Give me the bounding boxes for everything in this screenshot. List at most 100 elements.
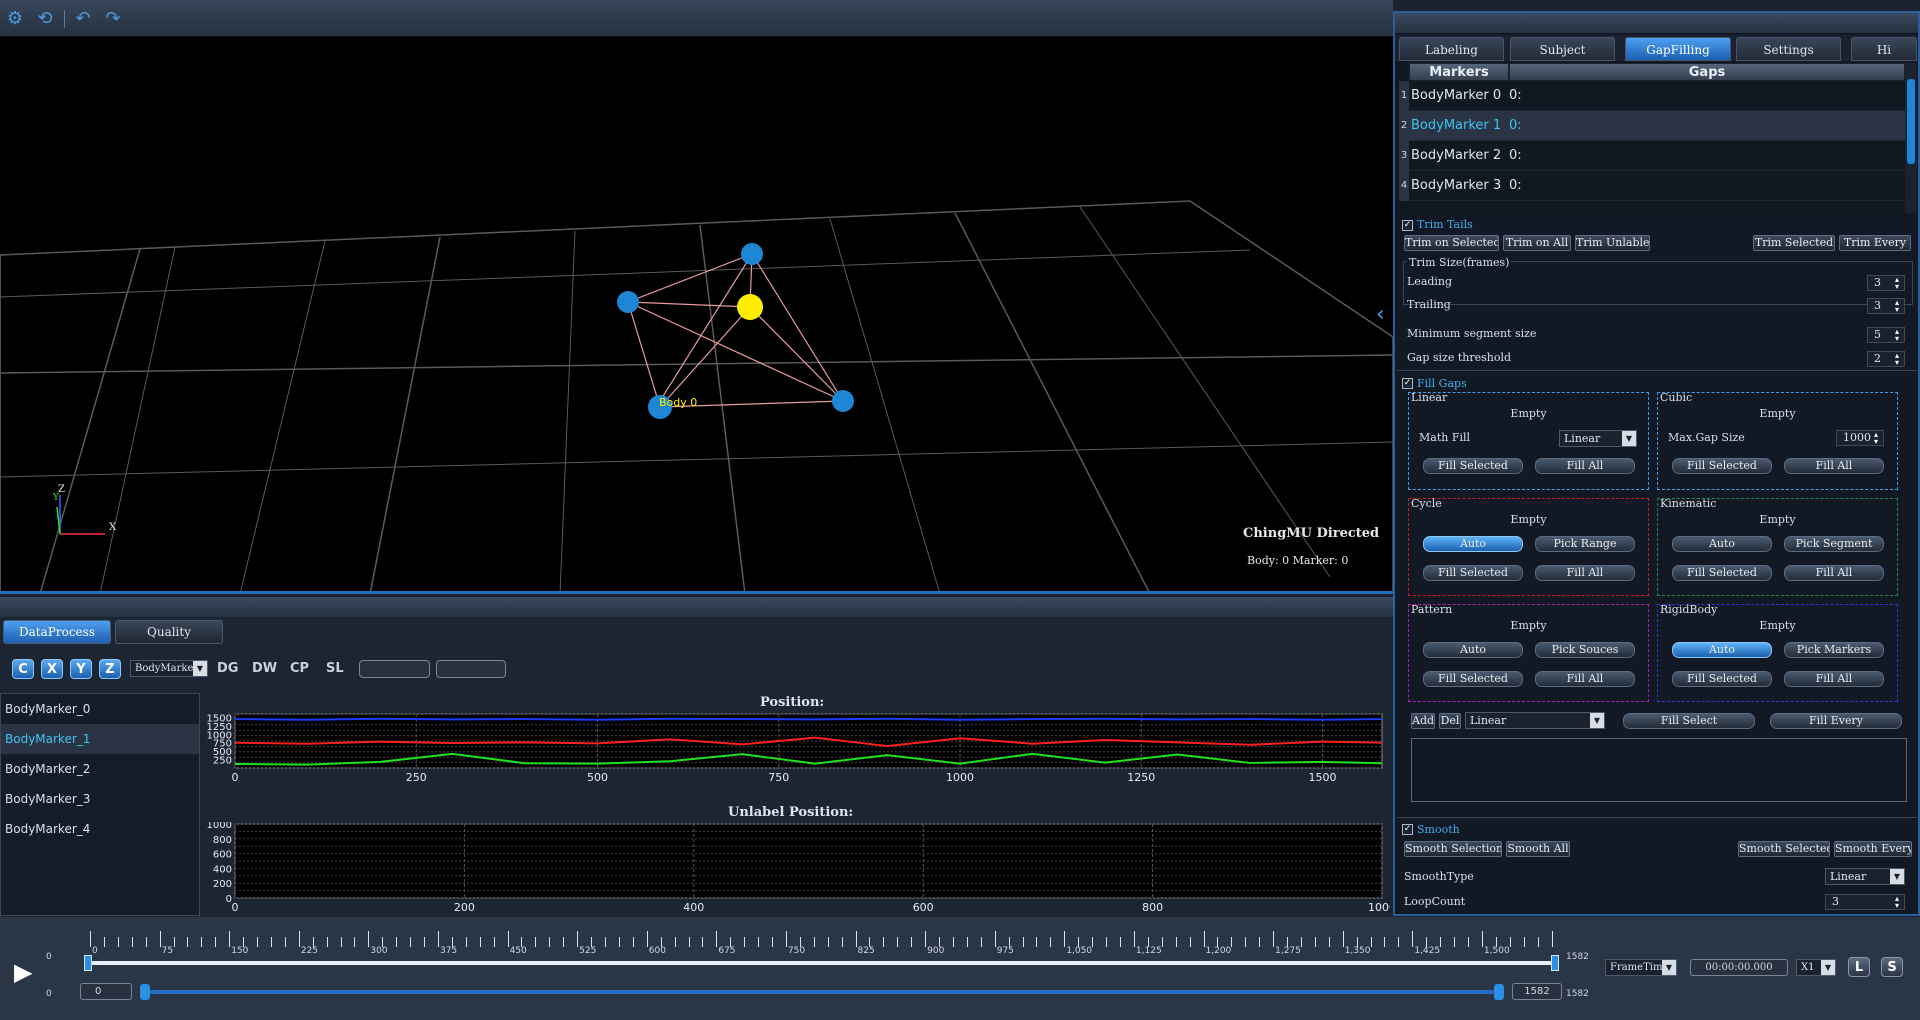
- scrollbar-thumb[interactable]: [1907, 79, 1915, 164]
- undo-icon[interactable]: ↶: [72, 8, 94, 30]
- s-button[interactable]: S: [1881, 957, 1903, 977]
- smooth-selection-button[interactable]: Smooth Selection: [1404, 841, 1502, 857]
- ruler-tick: [535, 937, 537, 947]
- rigidbody-auto-button[interactable]: Auto: [1672, 642, 1772, 658]
- pattern-fill-selected-button[interactable]: Fill Selected: [1423, 671, 1523, 687]
- fill-method-select[interactable]: Linear ▼: [1465, 712, 1605, 729]
- tab-gapfilling[interactable]: GapFilling: [1625, 37, 1731, 61]
- min-segment-spinbox[interactable]: 5: [1867, 327, 1905, 343]
- tool-field[interactable]: [436, 660, 506, 678]
- cubic-fill-selected-button[interactable]: Fill Selected: [1672, 458, 1772, 474]
- leading-spinbox[interactable]: 3: [1867, 275, 1905, 291]
- table-row[interactable]: 2 BodyMarker 1 0:: [1399, 111, 1905, 141]
- linear-fill-selected-button[interactable]: Fill Selected: [1423, 458, 1523, 474]
- rigidbody-fill-selected-button[interactable]: Fill Selected: [1672, 671, 1772, 687]
- timeline-start-handle[interactable]: [84, 955, 92, 971]
- trim-on-selected-button[interactable]: Trim on Selected: [1404, 235, 1499, 251]
- trim-tails-checkbox[interactable]: ✓: [1402, 220, 1413, 231]
- trim-every-button[interactable]: Trim Every: [1839, 235, 1911, 251]
- loop-count-spinbox[interactable]: 3: [1825, 894, 1905, 910]
- trim-unlable-button[interactable]: Trim Unlable: [1575, 235, 1650, 251]
- range-start-field[interactable]: 0: [80, 983, 132, 1000]
- time-mode-select[interactable]: FrameTime ▼: [1605, 959, 1677, 976]
- tool-field[interactable]: [359, 660, 430, 678]
- tab-history[interactable]: Hi: [1851, 37, 1917, 61]
- timeline-end-handle[interactable]: [1551, 955, 1559, 971]
- range-end-handle[interactable]: [1494, 984, 1504, 1000]
- trim-on-all-button[interactable]: Trim on All: [1503, 235, 1571, 251]
- tab-labeling[interactable]: Labeling: [1399, 37, 1504, 61]
- tab-settings[interactable]: Settings: [1736, 37, 1841, 61]
- axis-c-button[interactable]: C: [12, 659, 34, 679]
- range-end-field[interactable]: 1582: [1512, 983, 1562, 1000]
- table-scrollbar[interactable]: [1905, 63, 1917, 213]
- del-button[interactable]: Del: [1439, 713, 1461, 729]
- smooth-every-button[interactable]: Smooth Every: [1834, 841, 1912, 857]
- pick-segment-button[interactable]: Pick Segment: [1784, 536, 1884, 552]
- 3d-viewport[interactable]: Body 0 Z Y X ChingMU Directed Body: 0 Ma…: [0, 37, 1393, 594]
- axis-z-button[interactable]: Z: [99, 659, 121, 679]
- pick-range-button[interactable]: Pick Range: [1535, 536, 1635, 552]
- math-fill-select[interactable]: Linear ▼: [1559, 430, 1637, 447]
- smooth-type-select[interactable]: Linear ▼: [1825, 868, 1905, 885]
- add-button[interactable]: Add: [1411, 713, 1435, 729]
- table-row[interactable]: 3 BodyMarker 2 0:: [1399, 141, 1905, 171]
- speed-select[interactable]: X1 ▼: [1796, 959, 1836, 976]
- l-button[interactable]: L: [1848, 957, 1870, 977]
- linear-fill-all-button[interactable]: Fill All: [1535, 458, 1635, 474]
- dg-button[interactable]: DG: [217, 659, 238, 679]
- time-display[interactable]: 00:00:00.000: [1690, 959, 1788, 976]
- collapse-panel-icon[interactable]: ‹: [1376, 302, 1385, 327]
- refresh-icon[interactable]: ⟲: [34, 8, 56, 30]
- pattern-auto-button[interactable]: Auto: [1423, 642, 1523, 658]
- fill-queue-list[interactable]: [1411, 738, 1907, 802]
- cycle-fill-all-button[interactable]: Fill All: [1535, 565, 1635, 581]
- axis-x-button[interactable]: X: [41, 659, 63, 679]
- cp-button[interactable]: CP: [290, 659, 309, 679]
- cycle-fill-selected-button[interactable]: Fill Selected: [1423, 565, 1523, 581]
- dw-button[interactable]: DW: [252, 659, 277, 679]
- range-start-handle[interactable]: [140, 984, 150, 1000]
- timeline-ruler[interactable]: 0 75 150 225 300 375 450 525 600 675 750 825 900 975 1…: [90, 931, 1558, 959]
- ruler-tick: [90, 931, 91, 947]
- pattern-fill-all-button[interactable]: Fill All: [1535, 671, 1635, 687]
- list-item[interactable]: BodyMarker_2: [1, 754, 199, 784]
- marker-select[interactable]: BodyMarke ▼: [130, 660, 208, 677]
- timeline-track[interactable]: [88, 961, 1558, 965]
- list-item[interactable]: BodyMarker_1: [1, 724, 199, 754]
- sl-button[interactable]: SL: [326, 659, 344, 679]
- tab-quality[interactable]: Quality: [115, 620, 223, 644]
- trailing-spinbox[interactable]: 3: [1867, 298, 1905, 314]
- list-item[interactable]: BodyMarker_0: [1, 694, 199, 724]
- table-row[interactable]: 4 BodyMarker 3 0:: [1399, 171, 1905, 201]
- smooth-selected-button[interactable]: Smooth Selected: [1738, 841, 1830, 857]
- kinematic-fill-selected-button[interactable]: Fill Selected: [1672, 565, 1772, 581]
- smooth-all-button[interactable]: Smooth All: [1506, 841, 1570, 857]
- gap-threshold-spinbox[interactable]: 2: [1867, 351, 1905, 367]
- tab-subject[interactable]: Subject: [1510, 37, 1615, 61]
- series-line-0: [234, 717, 1383, 721]
- rigidbody-fill-all-button[interactable]: Fill All: [1784, 671, 1884, 687]
- tab-dataprocess[interactable]: DataProcess: [3, 620, 111, 644]
- fill-select-button[interactable]: Fill Select: [1623, 713, 1755, 729]
- range-track[interactable]: [140, 990, 1500, 994]
- kinematic-auto-button[interactable]: Auto: [1672, 536, 1772, 552]
- kinematic-fill-all-button[interactable]: Fill All: [1784, 565, 1884, 581]
- list-item[interactable]: BodyMarker_4: [1, 814, 199, 844]
- max-gap-spinbox[interactable]: 1000: [1836, 430, 1884, 446]
- ruler-tick: [187, 937, 189, 947]
- smooth-checkbox[interactable]: ✓: [1402, 824, 1413, 835]
- axis-y-button[interactable]: Y: [70, 659, 92, 679]
- table-row[interactable]: 1 BodyMarker 0 0:: [1399, 81, 1905, 111]
- play-icon[interactable]: ▶: [14, 958, 32, 986]
- cycle-auto-button[interactable]: Auto: [1423, 536, 1523, 552]
- pick-markers-button[interactable]: Pick Markers: [1784, 642, 1884, 658]
- fill-gaps-checkbox[interactable]: ✓: [1402, 378, 1413, 389]
- pick-souces-button[interactable]: Pick Souces: [1535, 642, 1635, 658]
- list-item[interactable]: BodyMarker_3: [1, 784, 199, 814]
- trim-selected-button[interactable]: Trim Selected: [1753, 235, 1835, 251]
- redo-icon[interactable]: ↷: [102, 8, 124, 30]
- fill-every-button[interactable]: Fill Every: [1770, 713, 1902, 729]
- settings-icon[interactable]: ⚙: [4, 8, 26, 30]
- cubic-fill-all-button[interactable]: Fill All: [1784, 458, 1884, 474]
